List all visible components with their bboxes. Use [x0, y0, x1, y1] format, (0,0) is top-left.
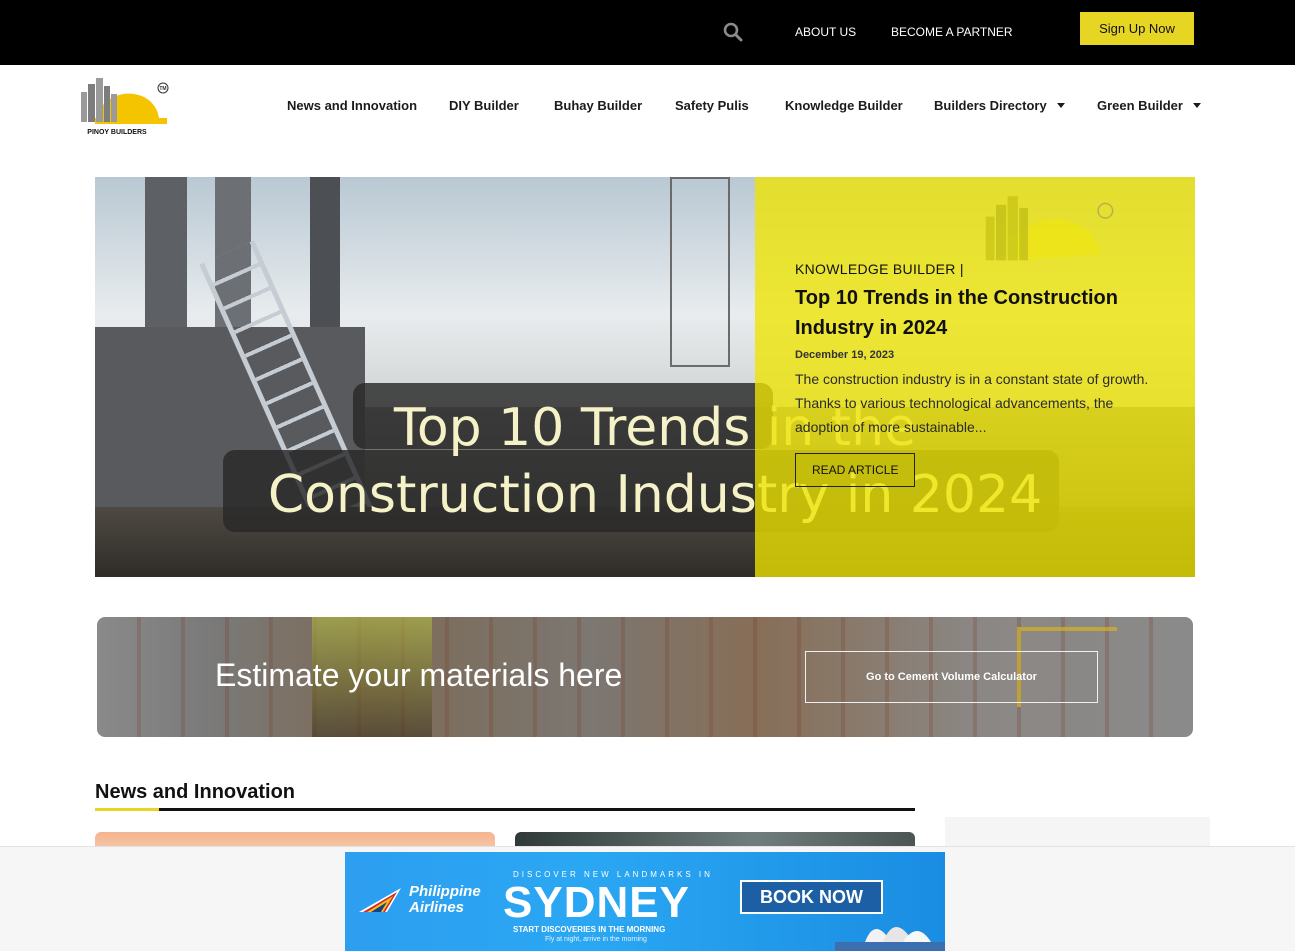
- ad-subline-small: Fly at night, arrive in the morning: [545, 936, 647, 943]
- nav-item-knowledge-builder[interactable]: Knowledge Builder: [785, 98, 903, 113]
- article-date: December 19, 2023: [795, 349, 895, 361]
- about-us-link[interactable]: ABOUT US: [795, 25, 856, 39]
- chevron-down-icon: [1192, 103, 1201, 108]
- opera-house-icon: [835, 927, 945, 951]
- nav-label: Green Builder: [1097, 98, 1183, 113]
- logo-tm: TM: [159, 86, 166, 92]
- top-bar: ABOUT US BECOME A PARTNER Sign Up Now: [0, 0, 1295, 65]
- estimate-heading: Estimate your materials here: [215, 657, 623, 693]
- estimate-materials-banner: Estimate your materials here Go to Cemen…: [97, 617, 1193, 737]
- section-title: News and Innovation: [95, 781, 296, 803]
- article-category[interactable]: KNOWLEDGE BUILDER |: [795, 261, 1165, 277]
- advertisement-banner[interactable]: Philippine Airlines DISCOVER NEW LANDMAR…: [345, 852, 945, 951]
- sign-up-button[interactable]: Sign Up Now: [1080, 12, 1194, 45]
- read-article-button[interactable]: READ ARTICLE: [795, 453, 916, 487]
- nav-label: Safety Pulis: [675, 98, 749, 113]
- chevron-down-icon: [1056, 103, 1065, 108]
- section-divider: [95, 808, 915, 811]
- airline-brand-line: Airlines: [409, 899, 465, 916]
- airline-brand-line: Philippine: [409, 883, 481, 900]
- become-a-partner-link[interactable]: BECOME A PARTNER: [891, 25, 1013, 39]
- nav-item-green-builder[interactable]: Green Builder: [1097, 98, 1201, 113]
- hero-article-panel: KNOWLEDGE BUILDER | Top 10 Trends in the…: [795, 261, 1165, 487]
- book-now-button[interactable]: BOOK NOW: [740, 880, 883, 914]
- search-icon[interactable]: [723, 22, 743, 42]
- philippine-airlines-logo-icon: [359, 888, 401, 912]
- main-nav: News and Innovation DIY Builder Buhay Bu…: [0, 98, 1295, 118]
- hero-featured-article[interactable]: Top 10 Trends in the Construction Indust…: [95, 177, 1195, 577]
- cement-calculator-button[interactable]: Go to Cement Volume Calculator: [805, 651, 1098, 703]
- nav-item-news-and-innovation[interactable]: News and Innovation: [287, 98, 417, 113]
- article-title[interactable]: Top 10 Trends in the Construction Indust…: [795, 283, 1165, 343]
- nav-item-diy-builder[interactable]: DIY Builder: [449, 98, 519, 113]
- nav-item-buhay-builder[interactable]: Buhay Builder: [554, 98, 642, 113]
- section-divider-accent: [95, 808, 159, 811]
- logo-text: PINOY BUILDERS: [87, 129, 147, 136]
- nav-item-safety-pulis[interactable]: Safety Pulis: [675, 98, 749, 113]
- nav-label: Builders Directory: [934, 98, 1047, 113]
- scaffold: [670, 177, 730, 367]
- ad-city: SYDNEY: [503, 878, 690, 927]
- nav-label: DIY Builder: [449, 98, 519, 113]
- ad-subline: START DISCOVERIES IN THE MORNING: [513, 925, 666, 934]
- article-excerpt: The construction industry is in a consta…: [795, 371, 1149, 435]
- nav-label: Buhay Builder: [554, 98, 643, 113]
- nav-label: News and Innovation: [287, 98, 418, 113]
- nav-label: Knowledge Builder: [785, 98, 903, 113]
- nav-item-builders-directory[interactable]: Builders Directory: [934, 98, 1065, 113]
- airline-brand: Philippine Airlines: [409, 884, 481, 916]
